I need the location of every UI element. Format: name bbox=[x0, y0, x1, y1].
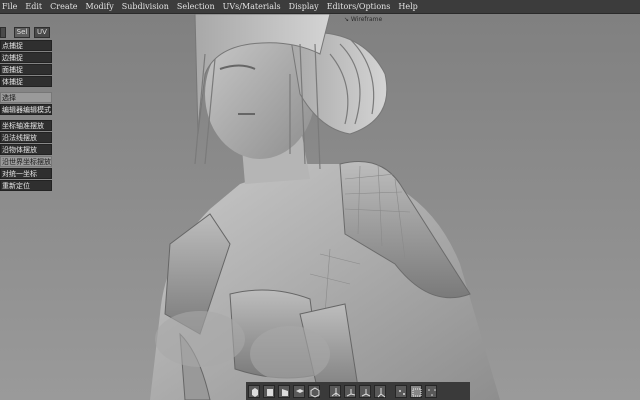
menu-uvs-materials[interactable]: UVs/Materials bbox=[223, 2, 281, 11]
menu-edit[interactable]: Edit bbox=[25, 2, 42, 11]
panel-tabs: Sel UV bbox=[0, 27, 52, 38]
select-button[interactable]: 选择 bbox=[0, 92, 52, 103]
world-axis-icon[interactable] bbox=[374, 384, 386, 398]
menu-modify[interactable]: Modify bbox=[86, 2, 114, 11]
move-axis-icon[interactable] bbox=[329, 384, 341, 398]
perspective-cube-icon[interactable] bbox=[308, 384, 320, 398]
side-cube-icon[interactable] bbox=[278, 384, 290, 398]
snap-point-button[interactable]: 点捕捉 bbox=[0, 40, 52, 51]
menu-subdivision[interactable]: Subdivision bbox=[122, 2, 169, 11]
unify-coord-button[interactable]: 对统一坐标 bbox=[0, 168, 52, 179]
viewport-hint: ↘ Wireframe bbox=[344, 16, 383, 23]
viewport-3d[interactable] bbox=[0, 14, 640, 400]
menu-create[interactable]: Create bbox=[50, 2, 77, 11]
tab-first[interactable] bbox=[0, 27, 6, 38]
menu-help[interactable]: Help bbox=[398, 2, 417, 11]
edge-mode-icon[interactable] bbox=[410, 384, 422, 398]
menu-file[interactable]: File bbox=[2, 2, 17, 11]
snap-face-button[interactable]: 面捕捉 bbox=[0, 64, 52, 75]
place-object-button[interactable]: 沿物体摆放 bbox=[0, 144, 52, 155]
place-axis-button[interactable]: 坐标轴准摆放 bbox=[0, 120, 52, 131]
snap-edge-button[interactable]: 边捕捉 bbox=[0, 52, 52, 63]
menu-selection[interactable]: Selection bbox=[177, 2, 215, 11]
face-mode-icon[interactable] bbox=[425, 384, 437, 398]
tool-panel: Sel UV 点捕捉 边捕捉 面捕捉 体捕捉 选择 编辑器编辑模式 坐标轴准摆放… bbox=[0, 27, 52, 192]
editor-mode-button[interactable]: 编辑器编辑模式 bbox=[0, 104, 52, 115]
snap-object-button[interactable]: 体捕捉 bbox=[0, 76, 52, 87]
rotate-axis-icon[interactable] bbox=[344, 384, 356, 398]
place-world-button[interactable]: 沿世界坐标摆放 bbox=[0, 156, 52, 167]
top-cube-icon[interactable] bbox=[293, 384, 305, 398]
front-cube-icon[interactable] bbox=[263, 384, 275, 398]
scale-axis-icon[interactable] bbox=[359, 384, 371, 398]
cube-icon[interactable] bbox=[248, 384, 260, 398]
vertex-mode-icon[interactable] bbox=[395, 384, 407, 398]
menu-display[interactable]: Display bbox=[289, 2, 319, 11]
reposition-button[interactable]: 重新定位 bbox=[0, 180, 52, 191]
tab-sel[interactable]: Sel bbox=[14, 27, 30, 38]
menu-bar: File Edit Create Modify Subdivision Sele… bbox=[0, 0, 640, 14]
menu-editors-options[interactable]: Editors/Options bbox=[327, 2, 391, 11]
tab-uv[interactable]: UV bbox=[34, 27, 50, 38]
bottom-toolbar bbox=[246, 382, 470, 400]
place-normal-button[interactable]: 沿法线摆放 bbox=[0, 132, 52, 143]
